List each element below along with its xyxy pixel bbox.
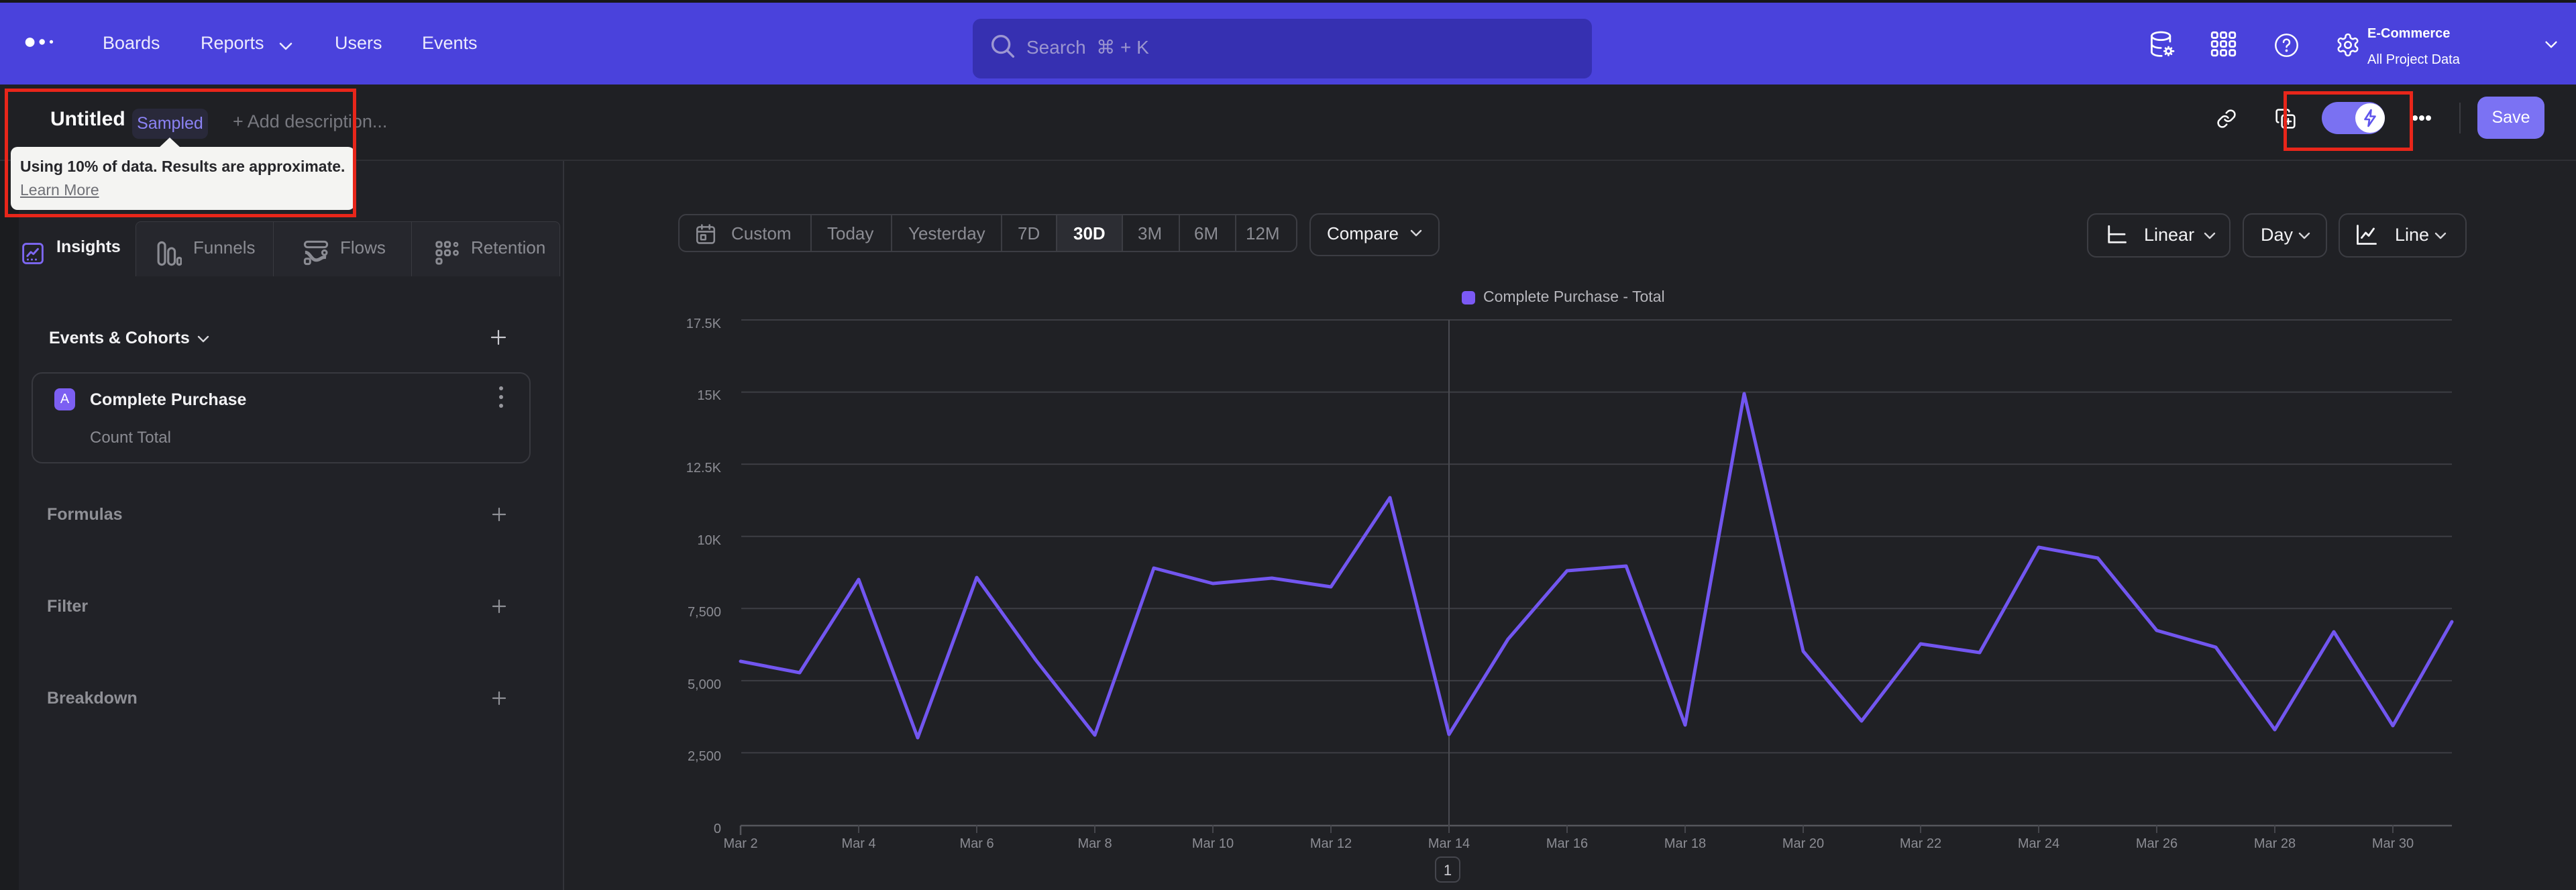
svg-text:Mar 20: Mar 20 (1782, 836, 1824, 851)
svg-text:Mar 6: Mar 6 (959, 836, 994, 851)
svg-text:Mar 22: Mar 22 (1900, 836, 1941, 851)
svg-text:Mar 12: Mar 12 (1310, 836, 1352, 851)
svg-text:15K: 15K (697, 388, 721, 403)
svg-text:Mar 28: Mar 28 (2254, 836, 2296, 851)
svg-text:12.5K: 12.5K (686, 461, 722, 476)
svg-text:Mar 14: Mar 14 (1428, 836, 1470, 851)
svg-text:10K: 10K (697, 533, 721, 548)
svg-text:7,500: 7,500 (688, 605, 721, 620)
svg-text:Mar 8: Mar 8 (1077, 836, 1112, 851)
svg-text:5,000: 5,000 (688, 677, 721, 692)
svg-text:Mar 18: Mar 18 (1664, 836, 1706, 851)
svg-text:Mar 2: Mar 2 (723, 836, 757, 851)
svg-text:Mar 30: Mar 30 (2372, 836, 2414, 851)
svg-text:Mar 10: Mar 10 (1192, 836, 1234, 851)
svg-text:Mar 4: Mar 4 (841, 836, 875, 851)
svg-text:Mar 26: Mar 26 (2136, 836, 2178, 851)
svg-text:17.5K: 17.5K (686, 317, 722, 331)
svg-text:Mar 24: Mar 24 (2018, 836, 2059, 851)
svg-text:2,500: 2,500 (688, 749, 721, 764)
svg-text:Mar 16: Mar 16 (1546, 836, 1588, 851)
svg-text:0: 0 (714, 822, 721, 836)
